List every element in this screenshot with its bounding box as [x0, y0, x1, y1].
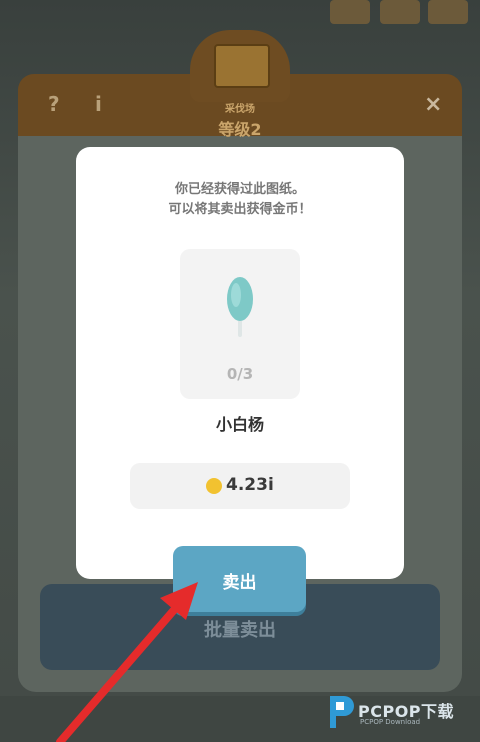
watermark-sub: PCPOP Download — [360, 718, 421, 726]
pcpop-logo-icon — [330, 696, 354, 728]
red-arrow-annotation — [56, 582, 198, 742]
